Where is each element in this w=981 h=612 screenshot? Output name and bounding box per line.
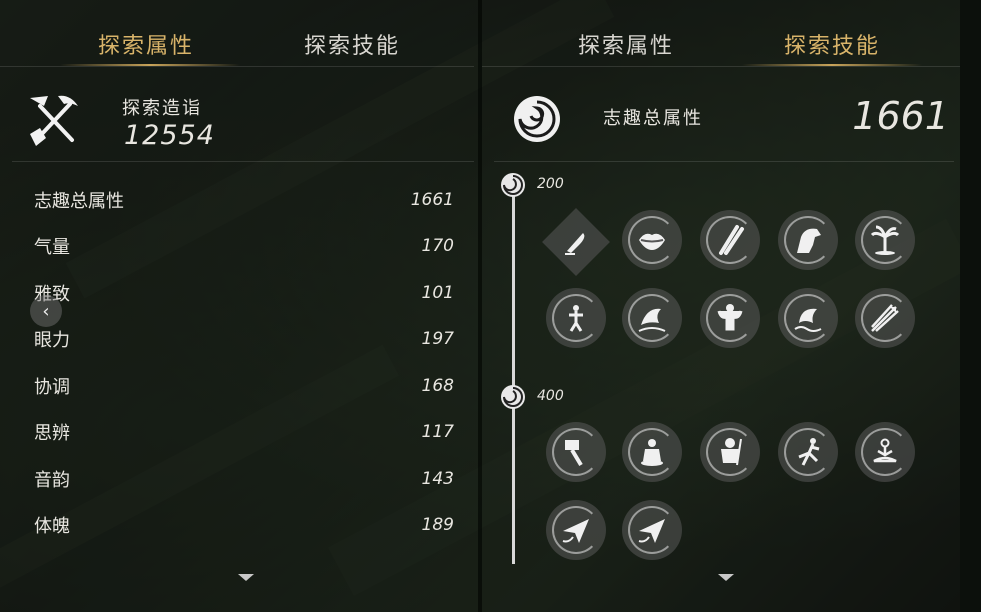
attribute-name: 志趣总属性 xyxy=(34,191,124,212)
palm-tree-icon xyxy=(870,225,900,255)
tab-divider xyxy=(0,66,474,67)
attribute-row: 志趣总属性 1661 xyxy=(34,185,454,215)
strongman-icon xyxy=(717,304,743,331)
attribute-value: 197 xyxy=(421,329,454,349)
paper-plane-icon xyxy=(562,519,589,543)
attribute-row: 眼力 197 xyxy=(34,324,454,354)
arrows-icon xyxy=(871,304,899,332)
skill-strongman[interactable] xyxy=(700,288,760,348)
pickaxe-shovel-icon xyxy=(30,95,78,146)
attribute-row: 协调 168 xyxy=(34,371,454,401)
proficiency-label: 探索造诣 xyxy=(122,98,202,119)
figure-icon xyxy=(569,305,583,332)
skill-palm-tree[interactable] xyxy=(855,210,915,270)
attribute-row: 气量 170 xyxy=(34,231,454,261)
horse-icon xyxy=(797,228,821,253)
skill-warrior[interactable] xyxy=(700,422,760,482)
attribute-name: 气量 xyxy=(34,237,70,258)
tab-explore-attributes[interactable]: 探索属性 xyxy=(536,28,716,60)
attribute-value: 168 xyxy=(421,376,454,396)
skill-figure[interactable] xyxy=(546,288,606,348)
skill-horse[interactable] xyxy=(778,210,838,270)
back-button[interactable]: ‹ xyxy=(30,295,62,327)
attribute-value: 117 xyxy=(421,422,454,442)
scroll-down-arrow-icon[interactable] xyxy=(718,574,734,581)
paper-plane-icon xyxy=(638,519,665,543)
attribute-value: 170 xyxy=(421,236,454,256)
attribute-name: 眼力 xyxy=(34,330,70,351)
meditating-monk-icon xyxy=(641,439,663,466)
fish-icon xyxy=(638,308,666,332)
skill-lotus-sitting[interactable] xyxy=(855,422,915,482)
skill-bamboo[interactable] xyxy=(700,210,760,270)
tab-divider xyxy=(482,66,960,67)
attribute-name: 音韵 xyxy=(34,470,70,491)
attribute-name: 思辨 xyxy=(34,423,70,444)
attribute-row: 思辨 117 xyxy=(34,417,454,447)
martial-arts-icon xyxy=(798,438,820,466)
skill-hammer[interactable] xyxy=(546,422,606,482)
skill-arrows[interactable] xyxy=(855,288,915,348)
attribute-value: 189 xyxy=(421,515,454,535)
tab-explore-attributes[interactable]: 探索属性 xyxy=(56,28,236,60)
total-attribute-value: 1661 xyxy=(852,94,949,138)
attribute-name: 协调 xyxy=(34,377,70,398)
skill-paper-plane[interactable] xyxy=(546,500,606,560)
quill-icon xyxy=(565,233,585,255)
attribute-name: 体魄 xyxy=(34,516,70,537)
lotus-sitting-icon xyxy=(873,438,897,463)
tier-node-swirl-icon xyxy=(501,385,525,409)
bamboo-icon xyxy=(719,225,744,255)
swirl-icon xyxy=(514,96,560,142)
tier-threshold-label: 200 xyxy=(537,176,564,192)
attribute-row: 音韵 143 xyxy=(34,464,454,494)
attribute-row: 雅致 101 xyxy=(34,278,454,308)
hammer-icon xyxy=(565,440,583,467)
fish-jump-icon xyxy=(794,308,822,332)
header-divider xyxy=(494,161,954,162)
tier-threshold-label: 400 xyxy=(537,388,564,404)
attribute-row: 体魄 189 xyxy=(34,510,454,540)
screen-edge xyxy=(960,0,981,612)
total-attribute-label: 志趣总属性 xyxy=(603,108,703,129)
header-divider xyxy=(12,161,474,162)
tier-node-swirl-icon xyxy=(501,173,525,197)
lips-icon xyxy=(639,233,665,250)
skill-fish[interactable] xyxy=(622,288,682,348)
tab-explore-skills[interactable]: 探索技能 xyxy=(742,28,922,60)
warrior-icon xyxy=(721,438,742,466)
skill-lips[interactable] xyxy=(622,210,682,270)
skill-fish-jump[interactable] xyxy=(778,288,838,348)
attribute-value: 143 xyxy=(421,469,454,489)
skill-meditating-monk[interactable] xyxy=(622,422,682,482)
scroll-down-arrow-icon[interactable] xyxy=(238,574,254,581)
attribute-value: 101 xyxy=(421,283,454,303)
skill-paper-plane[interactable] xyxy=(622,500,682,560)
skill-martial-arts[interactable] xyxy=(778,422,838,482)
attribute-value: 1661 xyxy=(410,190,454,210)
tier-timeline xyxy=(512,196,515,564)
chevron-left-icon: ‹ xyxy=(42,300,50,322)
proficiency-value: 12554 xyxy=(124,120,215,151)
tab-explore-skills[interactable]: 探索技能 xyxy=(262,28,442,60)
